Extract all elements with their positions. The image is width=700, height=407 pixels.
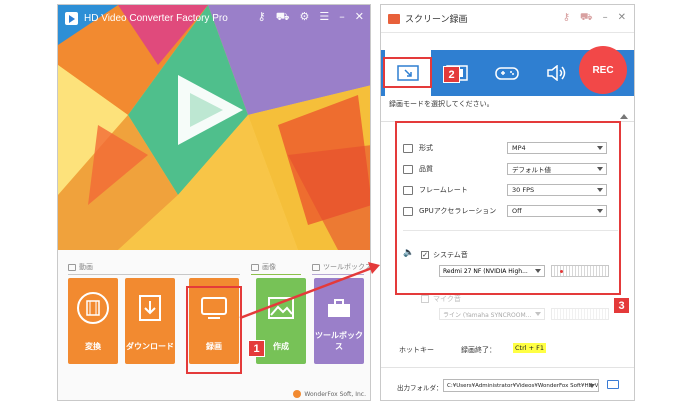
chevron-down-icon (535, 312, 541, 316)
gamepad-icon (495, 67, 519, 80)
toolbox-icon (323, 292, 355, 324)
feature-panel: 動画 画像 ツールボックス 変換 ダウンロード 録画 作成 ツールボックス 1 … (58, 250, 370, 400)
mic-checkbox[interactable] (421, 295, 429, 303)
settings-highlight (395, 121, 621, 295)
close-icon[interactable]: ✕ (355, 10, 364, 25)
output-divider (381, 367, 634, 368)
wonderfox-logo-icon (293, 390, 302, 398)
output-folder-label: 出力フォルダ： (397, 384, 443, 392)
toolbox-divider (312, 274, 364, 275)
audio-only-mode-button[interactable] (534, 50, 580, 96)
key-icon[interactable]: ⚷ (258, 10, 266, 25)
section-toolbox: ツールボックス (312, 262, 370, 272)
cart-icon[interactable]: ⛟ (276, 10, 290, 25)
download-tile[interactable]: ダウンロード (125, 278, 175, 364)
left-window-title: HD Video Converter Factory Pro (84, 12, 228, 24)
cart-icon[interactable]: ⛟ (580, 12, 593, 25)
left-titlebar: HD Video Converter Factory Pro ⚷ ⛟ ⚙ ☰ –… (58, 5, 370, 31)
convert-tile[interactable]: 変換 (68, 278, 118, 364)
right-window-title: スクリーン録画 (405, 15, 468, 25)
left-window-controls: ⚷ ⛟ ⚙ ☰ – ✕ (258, 10, 364, 25)
menu-icon[interactable]: ☰ (319, 10, 329, 25)
close-icon[interactable]: ✕ (618, 12, 626, 25)
left-footer: WonderFox Soft, Inc. (293, 390, 366, 398)
section-image: 画像 (251, 262, 276, 272)
right-window-controls: ⚷ ⛟ – ✕ (563, 12, 626, 25)
chevron-down-icon (589, 384, 595, 388)
output-folder-select[interactable]: C:¥Users¥Administrator¥Videos¥WonderFox … (443, 379, 599, 392)
hotkey-stop-value[interactable]: Ctrl + F1 (513, 343, 547, 353)
section-video: 動画 (68, 262, 93, 272)
gear-icon[interactable]: ⚙ (300, 10, 310, 25)
tutorial-stage: HD Video Converter Factory Pro ⚷ ⛟ ⚙ ☰ –… (0, 0, 700, 407)
hotkey-label: ホットキー (399, 346, 434, 354)
right-titlebar: スクリーン録画 ⚷ ⛟ – ✕ (381, 5, 634, 33)
recorder-logo-icon (388, 13, 400, 24)
speaker-icon (547, 65, 566, 81)
hero-artwork (58, 5, 370, 250)
image-section-icon (251, 263, 259, 271)
screen-recorder-window: スクリーン録画 ⚷ ⛟ – ✕ REC 2 録画モードを選択してください。 形式… (380, 4, 635, 401)
film-icon (77, 292, 109, 324)
app-logo-icon (65, 11, 78, 25)
video-section-icon (68, 263, 76, 271)
mic-device-select[interactable]: ライン (Yamaha SYNCROOM... (439, 308, 545, 320)
rec-button[interactable]: REC (579, 46, 627, 94)
step-badge-2: 2 (443, 66, 460, 83)
step-badge-1: 1 (248, 340, 265, 357)
picture-icon (265, 292, 297, 324)
download-icon (134, 292, 166, 324)
record-tile-highlight (186, 286, 242, 374)
minimize-icon[interactable]: – (339, 10, 345, 25)
video-divider (68, 274, 240, 275)
mode-highlight (383, 57, 432, 88)
key-icon[interactable]: ⚷ (563, 12, 570, 25)
game-mode-button[interactable] (484, 50, 530, 96)
toolbox-tile[interactable]: ツールボックス (314, 278, 364, 364)
mic-row: マイク音 (421, 294, 461, 304)
hotkey-stop-label: 録画終了： (461, 346, 496, 354)
minimize-icon[interactable]: – (603, 12, 608, 25)
hd-converter-window: HD Video Converter Factory Pro ⚷ ⛟ ⚙ ☰ –… (57, 4, 371, 401)
mic-level-meter (551, 308, 609, 320)
toolbox-section-icon (312, 263, 320, 271)
collapse-arrow-icon[interactable] (620, 114, 628, 119)
image-divider (251, 274, 301, 275)
mode-hint: 録画モードを選択してください。 (389, 100, 494, 108)
folder-icon[interactable] (607, 380, 619, 389)
step-badge-3: 3 (613, 297, 630, 314)
